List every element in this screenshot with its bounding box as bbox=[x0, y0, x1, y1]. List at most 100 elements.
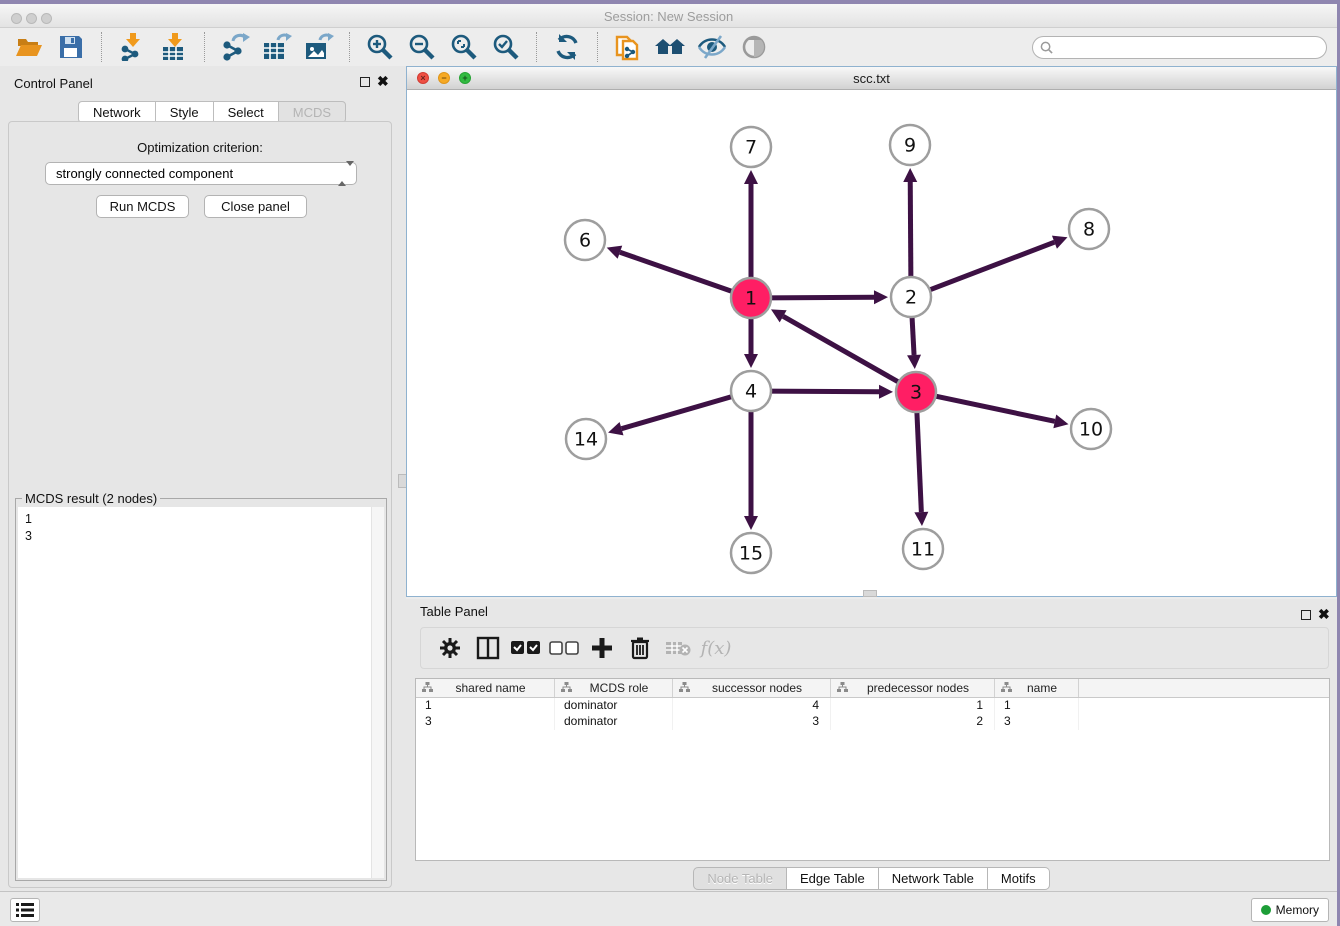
clone-network-icon[interactable] bbox=[612, 31, 644, 63]
mcds-result-textarea[interactable]: 13 bbox=[18, 507, 384, 878]
app-window: Session: New Session bbox=[0, 4, 1337, 926]
table-panel-title: Table Panel bbox=[420, 604, 488, 619]
toolbar-separator bbox=[204, 32, 205, 62]
table-cell: dominator bbox=[555, 714, 673, 730]
graph-node-label: 6 bbox=[579, 230, 591, 252]
tab-motifs[interactable]: Motifs bbox=[988, 867, 1050, 890]
edge-arrowhead bbox=[744, 354, 758, 368]
criterion-dropdown[interactable]: strongly connected component bbox=[45, 162, 357, 185]
float-table-panel-icon[interactable] bbox=[1301, 610, 1311, 620]
zoom-in-icon[interactable] bbox=[364, 31, 396, 63]
scrollbar[interactable] bbox=[371, 507, 384, 878]
window-title: Session: New Session bbox=[0, 9, 1337, 24]
graph-edge[interactable] bbox=[620, 252, 736, 293]
tab-style[interactable]: Style bbox=[156, 101, 214, 123]
mcds-result-title: MCDS result (2 nodes) bbox=[22, 491, 160, 506]
hide-panel-icon[interactable] bbox=[738, 31, 770, 63]
table-tabs: Node Table Edge Table Network Table Moti… bbox=[406, 867, 1337, 890]
import-network-icon[interactable] bbox=[116, 31, 148, 63]
import-table-icon[interactable] bbox=[158, 31, 190, 63]
column-header[interactable]: name bbox=[995, 679, 1079, 697]
table-row[interactable]: 1dominator411 bbox=[416, 698, 1329, 714]
delete-column-icon[interactable] bbox=[623, 632, 657, 664]
graph-edge[interactable] bbox=[917, 408, 922, 512]
mcds-panel: Optimization criterion: strongly connect… bbox=[8, 121, 392, 888]
column-header[interactable]: shared name bbox=[416, 679, 555, 697]
tab-select[interactable]: Select bbox=[214, 101, 279, 123]
zoom-fit-icon[interactable] bbox=[448, 31, 480, 63]
function-builder-icon[interactable]: f(x) bbox=[699, 632, 733, 664]
export-image-icon[interactable] bbox=[303, 31, 335, 63]
table-toolbar: f(x) bbox=[420, 627, 1329, 669]
edge-arrowhead bbox=[907, 355, 921, 369]
edge-arrowhead bbox=[608, 422, 623, 435]
toolbar-separator bbox=[536, 32, 537, 62]
delete-table-icon[interactable] bbox=[661, 632, 695, 664]
apply-layout-icon[interactable] bbox=[551, 31, 583, 63]
control-panel-title: Control Panel bbox=[14, 76, 93, 91]
task-history-button[interactable] bbox=[10, 898, 40, 922]
column-header[interactable]: MCDS role bbox=[555, 679, 673, 697]
export-network-icon[interactable] bbox=[219, 31, 251, 63]
memory-status-icon bbox=[1261, 905, 1271, 915]
export-table-icon[interactable] bbox=[261, 31, 293, 63]
status-bar: Memory bbox=[0, 891, 1337, 926]
close-panel-icon[interactable]: ✖ bbox=[377, 74, 389, 88]
vizmapper-icon[interactable] bbox=[696, 31, 728, 63]
node-table[interactable]: shared nameMCDS rolesuccessor nodesprede… bbox=[415, 678, 1330, 861]
table-cell: 4 bbox=[673, 698, 831, 714]
table-cell: 3 bbox=[673, 714, 831, 730]
network-window-titlebar[interactable]: × − + scc.txt bbox=[407, 67, 1336, 90]
column-chooser-icon[interactable] bbox=[471, 632, 505, 664]
graph-edge[interactable] bbox=[932, 395, 1055, 421]
hierarchy-icon bbox=[561, 681, 572, 695]
settings-gear-icon[interactable] bbox=[433, 632, 467, 664]
close-panel-button[interactable]: Close panel bbox=[204, 195, 307, 218]
memory-button[interactable]: Memory bbox=[1251, 898, 1329, 922]
deselect-all-rows-icon[interactable] bbox=[547, 632, 581, 664]
window-titlebar: Session: New Session bbox=[0, 4, 1337, 28]
add-column-icon[interactable] bbox=[585, 632, 619, 664]
show-all-networks-icon[interactable] bbox=[654, 31, 686, 63]
tab-edge-table[interactable]: Edge Table bbox=[787, 867, 879, 890]
close-table-panel-icon[interactable]: ✖ bbox=[1318, 607, 1330, 621]
zoom-out-icon[interactable] bbox=[406, 31, 438, 63]
column-header[interactable]: successor nodes bbox=[673, 679, 831, 697]
graph-edge[interactable] bbox=[912, 313, 914, 355]
hierarchy-icon bbox=[837, 681, 848, 695]
column-header[interactable]: predecessor nodes bbox=[831, 679, 995, 697]
edge-arrowhead bbox=[874, 290, 888, 304]
graph-edge[interactable] bbox=[783, 316, 902, 384]
graph-edge[interactable] bbox=[767, 391, 879, 392]
run-mcds-button[interactable]: Run MCDS bbox=[96, 195, 189, 218]
tab-mcds[interactable]: MCDS bbox=[279, 101, 346, 123]
horizontal-splitter-handle[interactable] bbox=[863, 590, 877, 597]
table-row[interactable]: 3dominator323 bbox=[416, 714, 1329, 730]
graph-edge[interactable] bbox=[910, 182, 911, 281]
tab-network-table[interactable]: Network Table bbox=[879, 867, 988, 890]
tab-node-table[interactable]: Node Table bbox=[693, 867, 787, 890]
float-panel-icon[interactable] bbox=[360, 77, 370, 87]
graph-node-label: 14 bbox=[574, 429, 598, 451]
edge-arrowhead bbox=[744, 170, 758, 184]
mcds-result-line: 1 bbox=[25, 511, 384, 528]
table-cell: 3 bbox=[416, 714, 555, 730]
edge-arrowhead bbox=[914, 512, 928, 526]
mcds-result-group: MCDS result (2 nodes) 13 bbox=[15, 498, 387, 881]
graph-node-label: 9 bbox=[904, 135, 916, 157]
list-icon bbox=[16, 903, 34, 917]
graph-edge[interactable] bbox=[926, 242, 1054, 291]
mcds-result-line: 3 bbox=[25, 528, 384, 545]
open-session-icon[interactable] bbox=[13, 31, 45, 63]
search-field[interactable] bbox=[1032, 36, 1327, 59]
zoom-selected-icon[interactable] bbox=[490, 31, 522, 63]
graph-edge[interactable] bbox=[767, 297, 874, 298]
tab-network[interactable]: Network bbox=[78, 101, 156, 123]
search-input[interactable] bbox=[1053, 40, 1326, 55]
save-session-icon[interactable] bbox=[55, 31, 87, 63]
control-panel: Control Panel ✖ Network Style Select MCD… bbox=[0, 66, 401, 895]
select-all-rows-icon[interactable] bbox=[509, 632, 543, 664]
network-canvas[interactable]: 1234678910111415 bbox=[407, 90, 1336, 596]
control-panel-tabs: Network Style Select MCDS bbox=[78, 101, 346, 123]
graph-edge[interactable] bbox=[622, 395, 736, 428]
